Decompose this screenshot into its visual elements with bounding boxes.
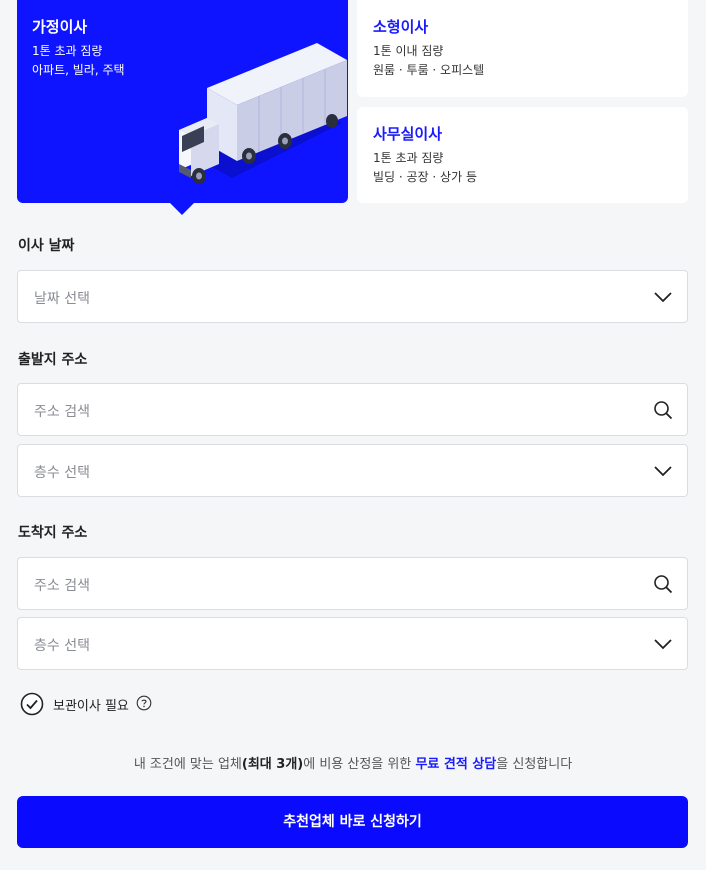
departure-address-placeholder: 주소 검색	[34, 404, 90, 420]
notice-highlight: 무료 견적 상담	[415, 757, 497, 772]
arrival-label: 도착지 주소	[18, 525, 88, 541]
check-circle-icon[interactable]	[20, 692, 44, 716]
arrival-floor-placeholder: 층수 선택	[34, 638, 90, 654]
departure-address-search[interactable]: 주소 검색	[17, 383, 688, 436]
move-type-office-card[interactable]: 사무실이사 1톤 초과 짐량 빌딩 · 공장 · 상가 등	[357, 107, 688, 203]
move-type-volume: 1톤 초과 짐량	[373, 151, 444, 165]
arrival-address-search[interactable]: 주소 검색	[17, 557, 688, 610]
move-type-examples: 빌딩 · 공장 · 상가 등	[373, 170, 477, 184]
submit-button[interactable]: 추천업체 바로 신청하기	[17, 796, 688, 848]
help-icon[interactable]	[136, 695, 152, 711]
move-date-select[interactable]: 날짜 선택	[17, 270, 688, 323]
search-icon	[654, 401, 673, 420]
notice-text: 내 조건에 맞는 업체	[133, 757, 242, 772]
move-date-placeholder: 날짜 선택	[34, 291, 90, 307]
departure-label: 출발지 주소	[18, 352, 88, 368]
move-date-label: 이사 날짜	[18, 238, 75, 254]
move-type-small-card[interactable]: 소형이사 1톤 이내 짐량 원룸 · 투룸 · 오피스텔	[357, 0, 688, 97]
search-icon	[654, 575, 673, 594]
storage-label: 보관이사 필요	[53, 699, 129, 714]
notice-max-count: (최대 3개)	[241, 757, 304, 772]
chevron-down-icon	[654, 639, 672, 650]
move-type-volume: 1톤 초과 짐량	[32, 44, 103, 58]
move-type-title: 사무실이사	[373, 125, 443, 143]
move-type-examples: 원룸 · 투룸 · 오피스텔	[373, 63, 485, 77]
move-type-title: 가정이사	[32, 18, 88, 36]
move-type-volume: 1톤 이내 짐량	[373, 44, 444, 58]
notice-text: 을 신청합니다	[496, 757, 573, 772]
arrival-address-placeholder: 주소 검색	[34, 578, 90, 594]
move-type-home-card[interactable]: 가정이사 1톤 초과 짐량 아파트, 빌라, 주택	[17, 0, 348, 215]
selected-pointer	[170, 203, 194, 215]
departure-floor-select[interactable]: 층수 선택	[17, 444, 688, 497]
notice-text: 에 비용 산정을 위한	[303, 757, 416, 772]
move-type-title: 소형이사	[373, 18, 429, 36]
truck-illustration	[177, 43, 347, 184]
chevron-down-icon	[654, 466, 672, 477]
consultation-notice: 내 조건에 맞는 업체(최대 3개)에 비용 산정을 위한 무료 견적 상담을 …	[0, 753, 706, 772]
arrival-floor-select[interactable]: 층수 선택	[17, 617, 688, 670]
move-type-examples: 아파트, 빌라, 주택	[32, 63, 125, 77]
departure-floor-placeholder: 층수 선택	[34, 465, 90, 481]
chevron-down-icon	[654, 292, 672, 303]
